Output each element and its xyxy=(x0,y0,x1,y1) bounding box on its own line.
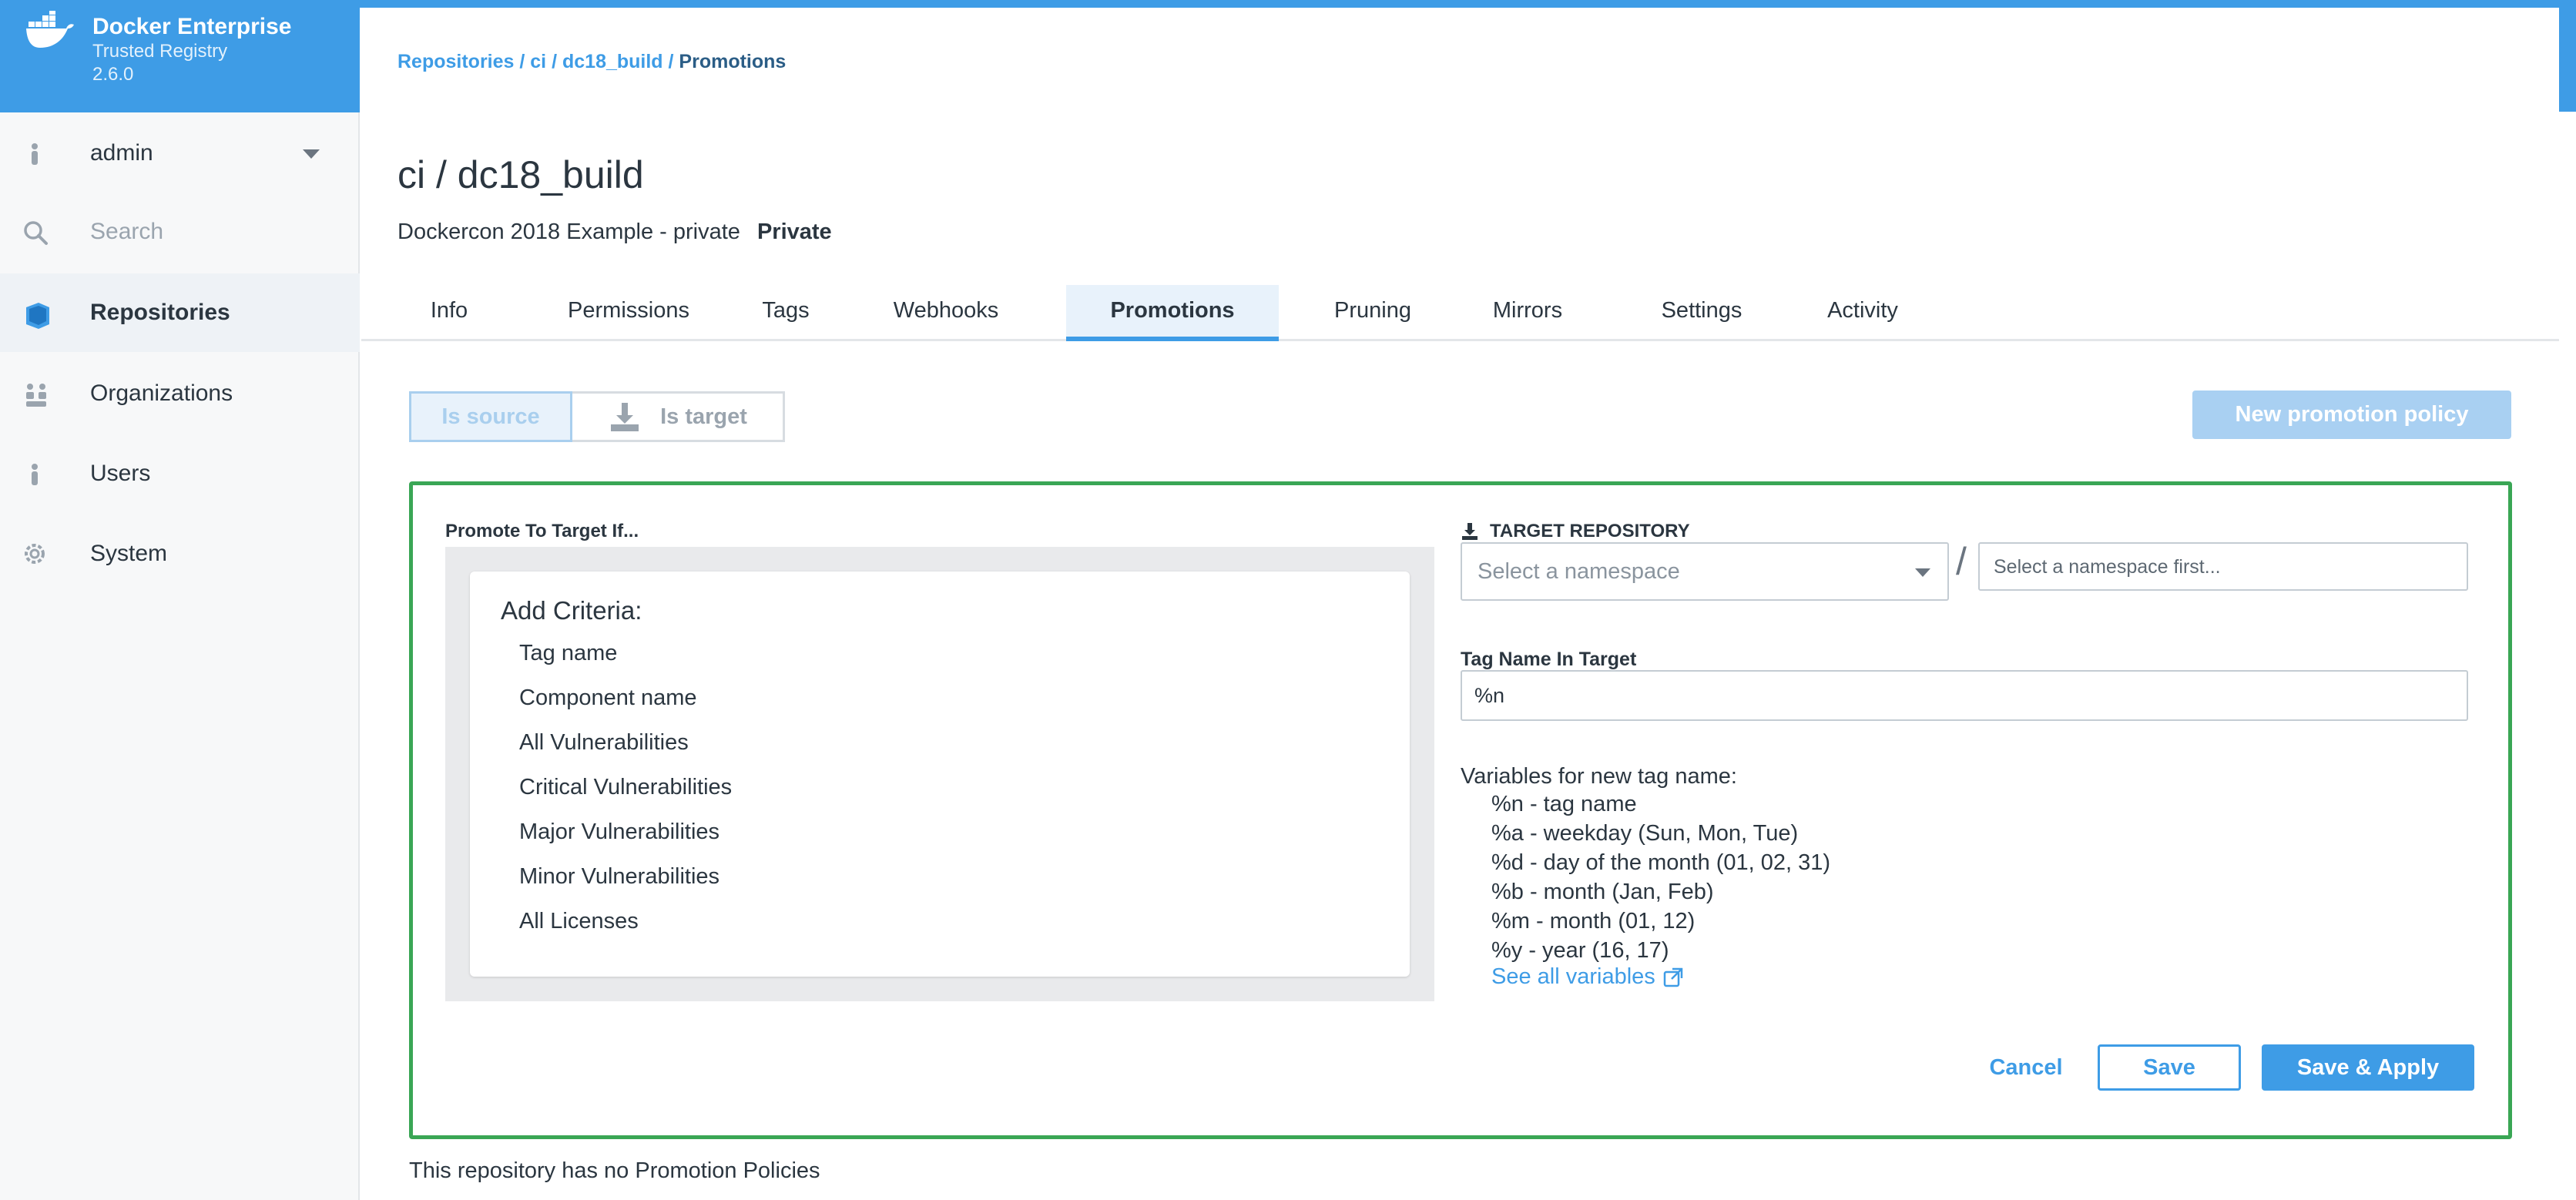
save-button[interactable]: Save xyxy=(2098,1044,2241,1091)
promotion-policy-form: Promote To Target If... Add Criteria: Ta… xyxy=(409,481,2512,1139)
repository-input-placeholder: Select a namespace first... xyxy=(1994,556,2221,578)
sidebar-item-label: System xyxy=(90,541,168,566)
target-repository-label: TARGET REPOSITORY xyxy=(1461,521,1690,542)
variable-item: %b - month (Jan, Feb) xyxy=(1491,880,1714,904)
sidebar-item-label: Users xyxy=(90,461,151,486)
brand-version: 2.6.0 xyxy=(92,64,134,85)
top-accent-bar xyxy=(0,0,2576,8)
breadcrumb-namespace[interactable]: ci xyxy=(530,51,546,72)
variable-item: %n - tag name xyxy=(1491,792,1637,816)
namespace-separator: / xyxy=(1956,540,1967,583)
cancel-button[interactable]: Cancel xyxy=(1971,1044,2081,1091)
brand-subtitle: Trusted Registry xyxy=(92,41,228,62)
tag-name-value: %n xyxy=(1474,684,1505,707)
variable-item: %y - year (16, 17) xyxy=(1491,938,1669,963)
external-link-icon xyxy=(1663,967,1683,987)
tab-promotions[interactable]: Promotions xyxy=(1066,285,1279,341)
tag-name-label: Tag Name In Target xyxy=(1461,649,1637,670)
criteria-item-tag-name[interactable]: Tag name xyxy=(519,641,617,666)
tab-webhooks[interactable]: Webhooks xyxy=(880,285,1011,341)
breadcrumb-separator: / xyxy=(662,51,679,72)
tab-info[interactable]: Info xyxy=(395,285,503,341)
tab-tags[interactable]: Tags xyxy=(743,285,828,341)
tab-pruning[interactable]: Pruning xyxy=(1313,285,1432,341)
scrollbar[interactable] xyxy=(2559,0,2576,112)
download-icon xyxy=(1462,523,1478,540)
tab-bar: Info Permissions Tags Webhooks Promotion… xyxy=(361,285,2559,341)
tab-settings[interactable]: Settings xyxy=(1640,285,1763,341)
download-icon xyxy=(611,403,639,431)
variables-title: Variables for new tag name: xyxy=(1461,764,1737,789)
user-menu[interactable]: admin xyxy=(0,114,360,193)
sidebar: Docker Enterprise Trusted Registry 2.6.0… xyxy=(0,0,360,1200)
user-icon xyxy=(32,143,38,165)
repo-description: Dockercon 2018 Example - private xyxy=(397,220,740,244)
criteria-area: Add Criteria: Tag name Component name Al… xyxy=(445,547,1434,1001)
breadcrumb-separator: / xyxy=(546,51,562,72)
breadcrumb-repo[interactable]: dc18_build xyxy=(562,51,663,72)
variable-item: %a - weekday (Sun, Mon, Tue) xyxy=(1491,821,1799,846)
breadcrumb-separator: / xyxy=(514,51,531,72)
sidebar-search[interactable]: Search xyxy=(0,193,360,271)
tab-permissions[interactable]: Permissions xyxy=(557,285,700,341)
repository-input[interactable]: Select a namespace first... xyxy=(1978,542,2468,591)
main-content: Repositories / ci / dc18_build / Promoti… xyxy=(361,8,2559,1200)
namespace-select[interactable]: Select a namespace xyxy=(1461,542,1949,601)
tag-name-input[interactable]: %n xyxy=(1461,670,2468,721)
namespace-select-value: Select a namespace xyxy=(1478,559,1680,584)
criteria-title: Add Criteria: xyxy=(501,596,642,625)
criteria-item-critical-vulnerabilities[interactable]: Critical Vulnerabilities xyxy=(519,775,732,800)
is-target-label: Is target xyxy=(660,404,747,429)
variable-item: %m - month (01, 12) xyxy=(1491,909,1696,934)
empty-state-message: This repository has no Promotion Policie… xyxy=(409,1158,820,1183)
sidebar-item-repositories[interactable]: Repositories xyxy=(0,273,360,352)
book-icon xyxy=(26,303,49,329)
sidebar-item-label: Repositories xyxy=(90,300,230,325)
criteria-item-all-licenses[interactable]: All Licenses xyxy=(519,909,639,934)
tab-mirrors[interactable]: Mirrors xyxy=(1476,285,1579,341)
see-all-variables-link[interactable]: See all variables xyxy=(1491,964,1685,990)
new-promotion-policy-button[interactable]: New promotion policy xyxy=(2192,391,2511,439)
sidebar-item-users[interactable]: Users xyxy=(0,434,360,513)
sidebar-item-organizations[interactable]: Organizations xyxy=(0,354,360,433)
search-icon xyxy=(24,221,48,245)
breadcrumb-repositories[interactable]: Repositories xyxy=(397,51,514,72)
promote-label: Promote To Target If... xyxy=(445,521,639,541)
save-and-apply-button[interactable]: Save & Apply xyxy=(2262,1044,2474,1091)
breadcrumb: Repositories / ci / dc18_build / Promoti… xyxy=(397,51,786,73)
breadcrumb-current: Promotions xyxy=(679,51,787,72)
criteria-item-minor-vulnerabilities[interactable]: Minor Vulnerabilities xyxy=(519,864,719,890)
docker-whale-icon xyxy=(26,11,74,48)
visibility-badge: Private xyxy=(756,220,832,244)
gear-icon xyxy=(25,544,45,564)
page-title: ci / dc18_build xyxy=(397,153,644,196)
is-source-button[interactable]: Is source xyxy=(409,391,572,442)
sidebar-item-label: Organizations xyxy=(90,380,233,406)
criteria-item-component-name[interactable]: Component name xyxy=(519,685,697,711)
criteria-item-all-vulnerabilities[interactable]: All Vulnerabilities xyxy=(519,730,689,756)
tab-activity[interactable]: Activity xyxy=(1809,285,1917,341)
brand-header[interactable]: Docker Enterprise Trusted Registry 2.6.0 xyxy=(0,0,360,112)
see-all-variables-label: See all variables xyxy=(1491,964,1655,989)
is-target-button[interactable]: Is target xyxy=(572,391,785,442)
source-target-toggle: Is source Is target xyxy=(409,391,785,442)
chevron-down-icon xyxy=(1915,568,1930,577)
chevron-down-icon[interactable] xyxy=(303,149,320,159)
organizations-icon xyxy=(26,384,46,407)
variable-item: %d - day of the month (01, 02, 31) xyxy=(1491,850,1831,875)
user-name: admin xyxy=(90,140,153,166)
page-description: Dockercon 2018 Example - private Private xyxy=(397,220,832,245)
criteria-item-major-vulnerabilities[interactable]: Major Vulnerabilities xyxy=(519,820,719,845)
sidebar-item-system[interactable]: System xyxy=(0,515,360,593)
user-icon xyxy=(32,464,38,485)
target-repository-text: TARGET REPOSITORY xyxy=(1490,521,1690,541)
search-input[interactable]: Search xyxy=(90,219,163,245)
criteria-menu: Add Criteria: Tag name Component name Al… xyxy=(470,572,1410,977)
brand-title: Docker Enterprise xyxy=(92,14,292,39)
